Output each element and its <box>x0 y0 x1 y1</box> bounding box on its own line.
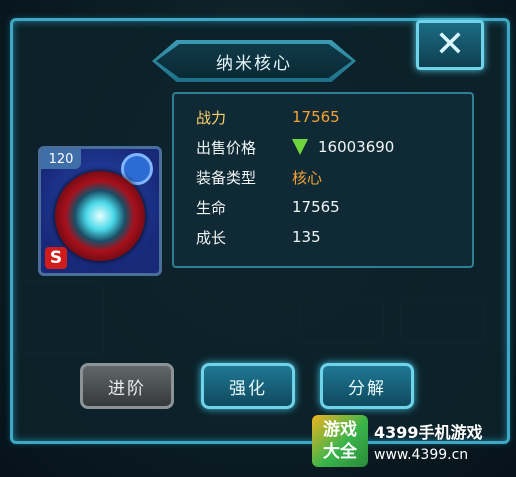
watermark-title: 4399手机游戏 <box>374 423 483 442</box>
power-label: 战力 <box>196 108 227 127</box>
dismantle-button[interactable]: 分解 <box>320 363 414 409</box>
power-value: 17565 <box>292 108 340 126</box>
item-level-badge: 120 <box>41 149 81 169</box>
stat-row-growth: 成长 135 <box>196 226 321 248</box>
item-card[interactable]: 120 S <box>38 146 162 276</box>
gem-icon <box>292 139 308 155</box>
close-button[interactable]: ✕ <box>416 20 484 70</box>
growth-label: 成长 <box>196 228 227 247</box>
watermark: 游戏 大全 4399手机游戏 www.4399.cn <box>312 407 512 475</box>
stats-panel: 战力 17565 出售价格 16003690 装备类型 核心 生命 17565 … <box>172 92 474 268</box>
price-label: 出售价格 <box>196 138 257 157</box>
growth-value: 135 <box>292 228 321 246</box>
strengthen-button[interactable]: 强化 <box>201 363 295 409</box>
item-grade-badge: S <box>45 247 67 269</box>
hp-label: 生命 <box>196 198 227 217</box>
stat-row-power: 战力 17565 <box>196 106 340 128</box>
type-label: 装备类型 <box>196 168 257 187</box>
nano-core-icon <box>55 171 145 261</box>
watermark-logo-line1: 游戏 <box>323 420 357 440</box>
price-value: 16003690 <box>318 138 395 156</box>
close-icon: ✕ <box>434 24 466 65</box>
stat-row-type: 装备类型 核心 <box>196 166 322 188</box>
dialog-title: 纳米核心 <box>156 44 352 78</box>
advance-button[interactable]: 进阶 <box>80 363 174 409</box>
watermark-url: www.4399.cn <box>374 447 469 463</box>
watermark-text: 4399手机游戏 www.4399.cn <box>374 419 483 463</box>
type-value: 核心 <box>292 168 323 187</box>
stat-row-hp: 生命 17565 <box>196 196 340 218</box>
stat-row-price: 出售价格 16003690 <box>196 136 394 158</box>
hp-value: 17565 <box>292 198 340 216</box>
watermark-logo: 游戏 大全 <box>312 415 368 467</box>
watermark-logo-line2: 大全 <box>323 442 357 462</box>
dialog-title-plate: 纳米核心 <box>152 40 356 82</box>
